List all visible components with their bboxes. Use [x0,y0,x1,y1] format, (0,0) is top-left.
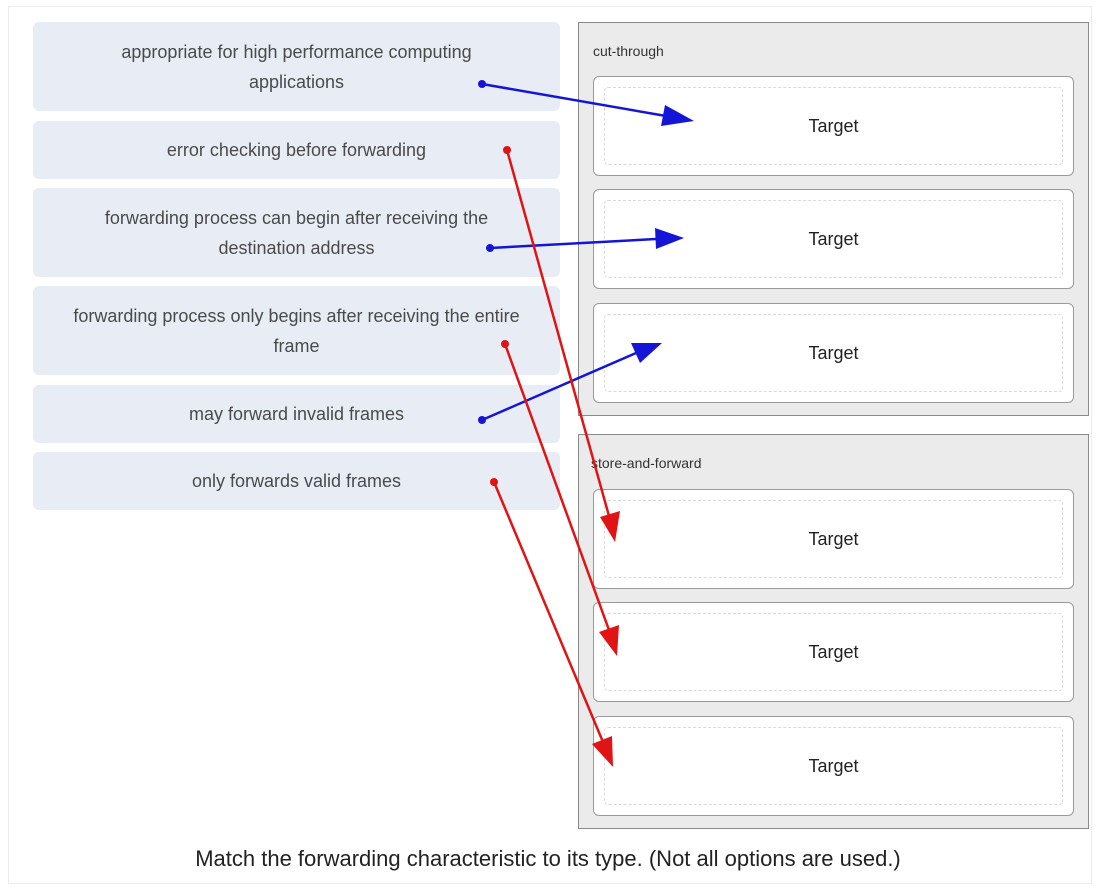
target-label: Target [604,500,1063,578]
group-label-cut-through: cut-through [593,43,664,59]
group-store-and-forward: store-and-forward Target Target Target [578,434,1089,829]
option-label: may forward invalid frames [188,404,405,424]
target-cut-through-3[interactable]: Target [593,303,1074,403]
target-label: Target [604,87,1063,165]
group-label-store-and-forward: store-and-forward [591,455,702,471]
option-label: error checking before forwarding [166,140,427,160]
target-store-and-forward-2[interactable]: Target [593,602,1074,702]
target-label: Target [604,200,1063,278]
option-label: forwarding process can begin after recei… [104,207,489,258]
option-label: only forwards valid frames [191,471,402,491]
option-error-checking[interactable]: error checking before forwarding [33,121,560,179]
option-high-performance[interactable]: appropriate for high performance computi… [33,22,560,111]
group-cut-through: cut-through Target Target Target [578,22,1089,416]
option-label: forwarding process only begins after rec… [73,305,520,356]
target-label: Target [604,727,1063,805]
option-begin-after-destination[interactable]: forwarding process can begin after recei… [33,188,560,277]
option-begin-after-entire-frame[interactable]: forwarding process only begins after rec… [33,286,560,375]
target-cut-through-1[interactable]: Target [593,76,1074,176]
option-only-forwards-valid[interactable]: only forwards valid frames [33,452,560,510]
target-cut-through-2[interactable]: Target [593,189,1074,289]
target-label: Target [604,613,1063,691]
question-caption: Match the forwarding characteristic to i… [195,846,901,871]
target-store-and-forward-1[interactable]: Target [593,489,1074,589]
target-label: Target [604,314,1063,392]
option-label: appropriate for high performance computi… [121,41,472,92]
option-may-forward-invalid[interactable]: may forward invalid frames [33,385,560,443]
target-store-and-forward-3[interactable]: Target [593,716,1074,816]
